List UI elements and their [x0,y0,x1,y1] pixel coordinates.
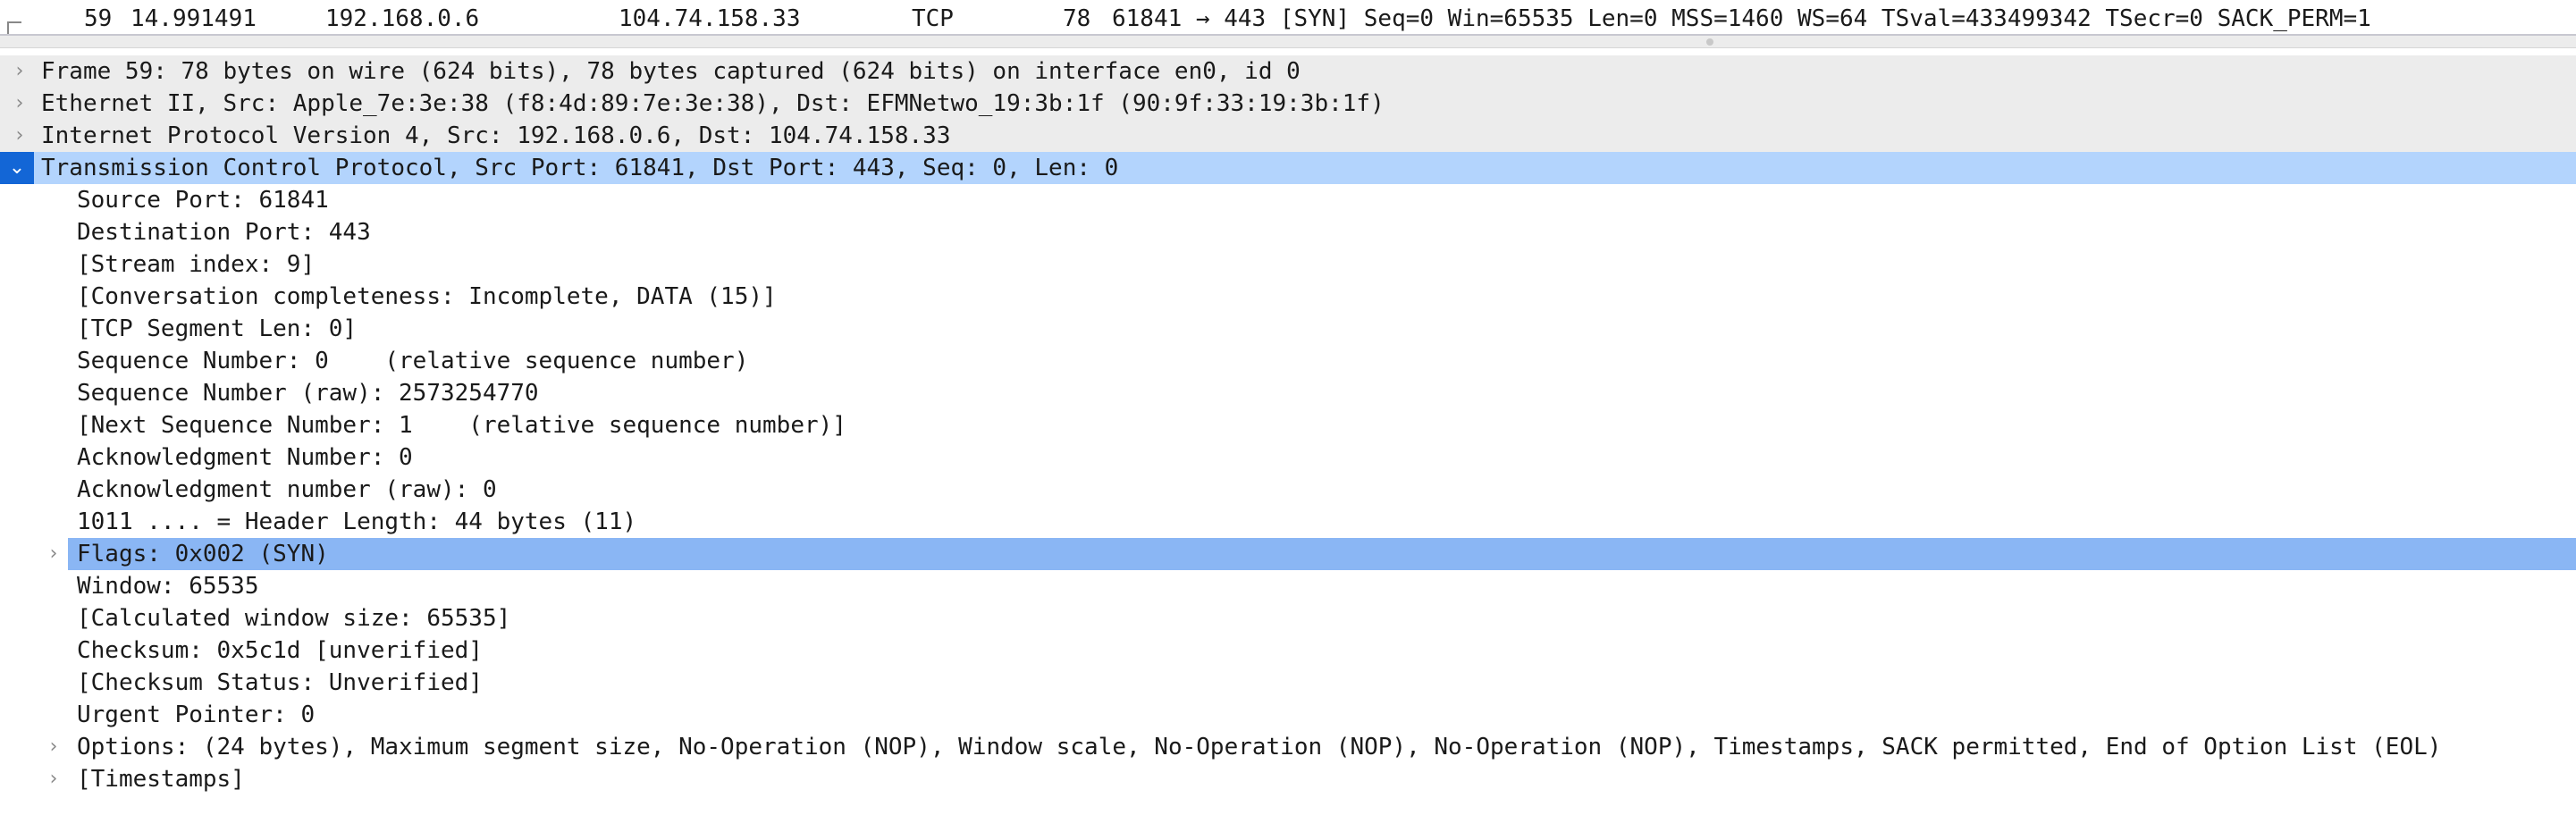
tcp-field-flags[interactable]: › Flags: 0x002 (SYN) [0,538,2576,570]
tcp-field-timestamps[interactable]: › [Timestamps] [0,763,2576,795]
tcp-field-checksum-status[interactable]: [Checksum Status: Unverified] [0,667,2576,699]
tcp-field-window[interactable]: Window: 65535 [0,570,2576,602]
chevron-right-icon[interactable]: › [2,55,38,88]
tree-item-label: Internet Protocol Version 4, Src: 192.16… [41,122,951,149]
tcp-field-seq-raw[interactable]: Sequence Number (raw): 2573254770 [0,377,2576,409]
tree-item-ethernet[interactable]: › Ethernet II, Src: Apple_7e:3e:38 (f8:4… [0,88,2576,120]
packet-length: 78 [1063,5,1091,32]
chevron-down-icon[interactable]: ⌄ [0,152,34,184]
chevron-right-icon[interactable]: › [36,731,72,763]
packet-info: 61841 → 443 [SYN] Seq=0 Win=65535 Len=0 … [1112,5,2371,32]
packet-no: 59 [84,5,113,32]
tcp-field-dst-port[interactable]: Destination Port: 443 [0,216,2576,248]
tree-item-label: Ethernet II, Src: Apple_7e:3e:38 (f8:4d:… [41,90,1385,117]
tcp-field-header-len[interactable]: 1011 .... = Header Length: 44 bytes (11) [0,506,2576,538]
tcp-field-segment-len[interactable]: [TCP Segment Len: 0] [0,313,2576,345]
tree-item-ipv4[interactable]: › Internet Protocol Version 4, Src: 192.… [0,120,2576,152]
splitter-handle-icon[interactable] [1706,38,1713,46]
tcp-field-ack-raw[interactable]: Acknowledgment number (raw): 0 [0,474,2576,506]
tree-item-label: Frame 59: 78 bytes on wire (624 bits), 7… [41,58,1301,85]
tcp-field-options[interactable]: › Options: (24 bytes), Maximum segment s… [0,731,2576,763]
tree-item-tcp[interactable]: ⌄ Transmission Control Protocol, Src Por… [0,152,2576,184]
packet-source: 192.168.0.6 [325,5,480,32]
tcp-field-next-seq[interactable]: [Next Sequence Number: 1 (relative seque… [0,409,2576,441]
tcp-field-src-port[interactable]: Source Port: 61841 [0,184,2576,216]
tree-item-label: Transmission Control Protocol, Src Port:… [41,155,1119,181]
chevron-right-icon[interactable]: › [36,538,72,570]
packet-destination: 104.74.158.33 [619,5,801,32]
tcp-field-ack-num[interactable]: Acknowledgment Number: 0 [0,441,2576,474]
row-marker-icon [7,21,21,34]
pane-splitter[interactable] [0,36,2576,48]
packet-protocol: TCP [912,5,954,32]
tcp-field-urgent[interactable]: Urgent Pointer: 0 [0,699,2576,731]
chevron-right-icon[interactable]: › [36,763,72,795]
chevron-right-icon[interactable]: › [2,120,38,152]
chevron-right-icon[interactable]: › [2,88,38,120]
packet-time: 14.991491 [130,5,257,32]
packet-list-selected-row[interactable]: 59 14.991491 192.168.0.6 104.74.158.33 T… [0,0,2576,36]
tcp-field-calc-window[interactable]: [Calculated window size: 65535] [0,602,2576,634]
packet-details-tree: › Frame 59: 78 bytes on wire (624 bits),… [0,48,2576,815]
field-highlight [68,538,2576,570]
tcp-field-conversation[interactable]: [Conversation completeness: Incomplete, … [0,281,2576,313]
tcp-field-seq-num[interactable]: Sequence Number: 0 (relative sequence nu… [0,345,2576,377]
tcp-field-stream-index[interactable]: [Stream index: 9] [0,248,2576,281]
tree-item-frame[interactable]: › Frame 59: 78 bytes on wire (624 bits),… [0,55,2576,88]
tcp-field-checksum[interactable]: Checksum: 0x5c1d [unverified] [0,634,2576,667]
